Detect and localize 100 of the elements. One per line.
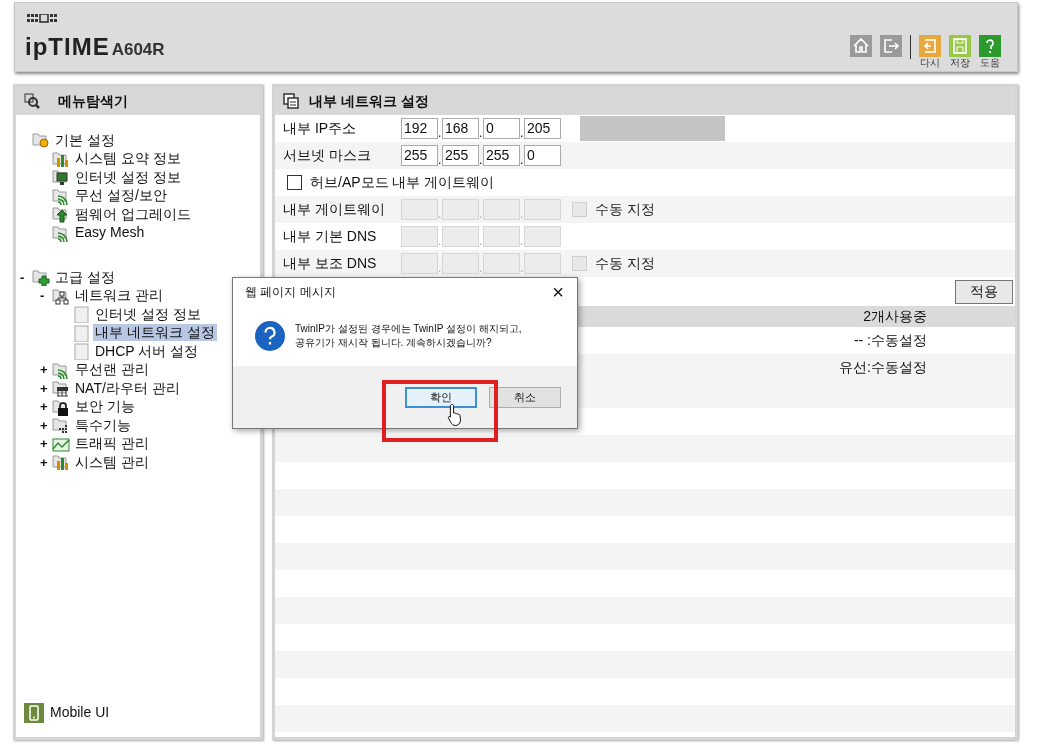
save-icon <box>949 35 971 57</box>
question-icon <box>255 321 285 351</box>
tree-item[interactable]: NAT/라우터 관리 <box>73 379 182 397</box>
tree-item[interactable]: 인터넷 설정 정보 <box>93 305 203 323</box>
lock-icon <box>52 397 70 416</box>
help-icon <box>979 35 1001 57</box>
tree-item[interactable]: 인터넷 설정 정보 <box>73 168 183 186</box>
dot-separator: . <box>520 208 524 220</box>
expand-toggle[interactable]: + <box>40 418 52 432</box>
content-title: 내부 네트워크 설정 <box>309 91 429 111</box>
dot-separator: . <box>479 154 483 166</box>
wifi-icon <box>52 186 70 205</box>
home-icon[interactable] <box>850 35 872 57</box>
table-cell-text: 유선:수동설정 <box>839 358 927 377</box>
dot-separator: . <box>520 127 524 139</box>
exit-icon[interactable] <box>880 35 902 57</box>
phone-icon <box>24 702 44 723</box>
grid-icon <box>52 416 70 435</box>
input-field[interactable]: 168 <box>442 118 479 139</box>
dialog-title: 웹 페이지 메시지 <box>245 284 336 301</box>
toolbar-button[interactable]: 다시 <box>919 35 941 68</box>
dot-separator: . <box>479 208 483 220</box>
dot-separator: . <box>479 262 483 274</box>
checkbox-label: 수동 지정 <box>595 254 655 273</box>
input-field[interactable]: 0 <box>483 118 520 139</box>
folder-icon <box>32 268 50 287</box>
input-field[interactable]: 0 <box>524 145 561 166</box>
dot-separator: . <box>438 262 442 274</box>
wifi-icon <box>52 223 70 242</box>
wifi-icon <box>52 360 70 379</box>
field-label: 서브넷 마스크 <box>283 146 372 165</box>
expand-toggle[interactable]: + <box>40 400 52 414</box>
tree-item[interactable]: 펌웨어 업그레이드 <box>73 205 193 223</box>
tree-item[interactable]: 고급 설정 <box>53 268 117 286</box>
upload-icon <box>52 205 70 224</box>
search-icon <box>24 93 40 109</box>
tree-item[interactable]: 내부 네트워크 설정 <box>93 324 217 342</box>
folder-icon <box>32 131 50 150</box>
dot-separator: . <box>520 262 524 274</box>
tree-item[interactable]: 특수기능 <box>73 416 133 434</box>
input-field[interactable]: 205 <box>524 118 561 139</box>
toolbar-button[interactable]: 저장 <box>949 35 971 68</box>
dialog-message: TwinIP가 설정된 경우에는 TwinIP 설정이 해지되고, 공유기가 재시작 됩니다. 계속하시겠습니까? <box>295 322 522 350</box>
dot-separator: . <box>438 154 442 166</box>
dot-separator: . <box>520 154 524 166</box>
model-name: A604R <box>111 41 165 58</box>
dot-separator: . <box>438 208 442 220</box>
monitor-icon <box>52 168 70 187</box>
router-icon <box>52 379 70 398</box>
input-field[interactable]: 255 <box>401 145 438 166</box>
cursor-icon <box>447 403 463 427</box>
dot-separator: . <box>438 235 442 247</box>
chart-icon <box>52 453 70 472</box>
input-field[interactable]: 255 <box>483 145 520 166</box>
toolbar-button[interactable]: 도움 <box>979 35 1001 68</box>
column-header: 2개사용중 <box>863 307 927 326</box>
expand-toggle[interactable]: - <box>20 270 32 284</box>
tree-item[interactable]: 무선 설정/보안 <box>73 187 169 205</box>
tree-item[interactable]: 무선랜 관리 <box>73 361 151 379</box>
dot-separator: . <box>520 235 524 247</box>
expand-toggle[interactable]: + <box>40 381 52 395</box>
expand-toggle[interactable]: + <box>40 363 52 377</box>
dialog-button[interactable]: 확인 <box>405 386 477 408</box>
field-label: 내부 기본 DNS <box>283 227 378 246</box>
close-button[interactable]: × <box>547 281 569 303</box>
field-label: 내부 IP주소 <box>283 119 358 138</box>
dot-separator: . <box>479 235 483 247</box>
input-field[interactable]: 255 <box>442 145 479 166</box>
tree-item[interactable]: Easy Mesh <box>73 224 147 242</box>
page-icon <box>72 305 90 324</box>
expand-toggle[interactable]: + <box>40 455 52 469</box>
tree-item[interactable]: 시스템 관리 <box>73 453 151 471</box>
tree-item[interactable]: 네트워크 관리 <box>73 287 165 305</box>
expand-toggle[interactable]: + <box>40 437 52 451</box>
field-label: 내부 보조 DNS <box>283 254 378 273</box>
tree-item[interactable]: 기본 설정 <box>53 131 117 149</box>
tree-item[interactable]: 트래픽 관리 <box>73 435 151 453</box>
dialog-button[interactable]: 취소 <box>489 386 561 408</box>
network-icon <box>52 286 70 305</box>
checkbox-label: 수동 지정 <box>595 200 655 219</box>
sidebar-title: 메뉴탐색기 <box>58 91 128 111</box>
tree-item[interactable]: DHCP 서버 설정 <box>93 342 201 360</box>
checkbox-label: 허브/AP모드 내부 게이트웨이 <box>310 173 495 192</box>
checkbox[interactable] <box>287 175 302 190</box>
windows-icon <box>283 93 299 109</box>
expand-toggle[interactable]: - <box>40 289 52 303</box>
logo-mark-icon <box>27 14 59 24</box>
table-cell-text: -- :수동설정 <box>853 331 927 350</box>
tree-item[interactable]: 시스템 요약 정보 <box>73 150 183 168</box>
mobile-ui-link[interactable]: Mobile UI <box>50 702 110 723</box>
page-icon <box>72 342 90 361</box>
page-icon <box>72 323 90 342</box>
chart-icon <box>52 149 70 168</box>
undo-icon <box>919 35 941 57</box>
dot-separator: . <box>438 127 442 139</box>
apply-button[interactable]: 적용 <box>955 279 1013 304</box>
logo-text: ipTIME <box>25 35 110 59</box>
tree-item[interactable]: 보안 기능 <box>73 398 137 416</box>
input-field[interactable]: 192 <box>401 118 438 139</box>
dot-separator: . <box>479 127 483 139</box>
